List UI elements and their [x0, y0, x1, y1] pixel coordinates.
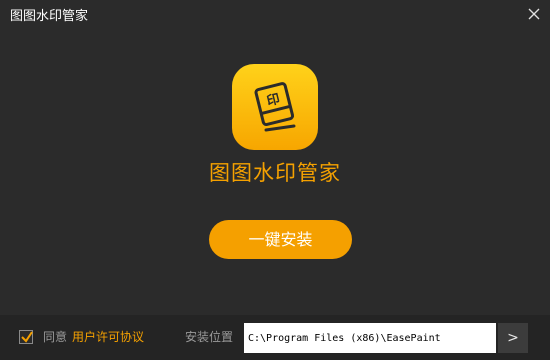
license-agreement-link[interactable]: 用户许可协议 [72, 329, 144, 345]
installer-window: 图图水印管家 印 图图水印管家 一键安装 同意 用户许可协议 安装位置 > [0, 0, 550, 360]
window-title: 图图水印管家 [10, 9, 89, 24]
agree-checkbox[interactable] [19, 330, 33, 344]
footer-bar: 同意 用户许可协议 安装位置 > [0, 315, 550, 360]
one-click-install-button[interactable]: 一键安装 [209, 220, 352, 259]
install-path-input[interactable] [244, 323, 496, 353]
app-name: 图图水印管家 [209, 161, 341, 185]
browse-button[interactable]: > [498, 323, 528, 353]
checkmark-icon [21, 331, 33, 343]
agree-label: 同意 [43, 330, 68, 344]
app-icon: 印 [232, 64, 318, 150]
icon-stamp-glyph: 印 [265, 92, 281, 110]
close-icon [528, 8, 540, 20]
stamp-eraser-icon: 印 [254, 82, 296, 132]
close-button[interactable] [524, 4, 544, 24]
install-path-label: 安装位置 [185, 330, 234, 344]
